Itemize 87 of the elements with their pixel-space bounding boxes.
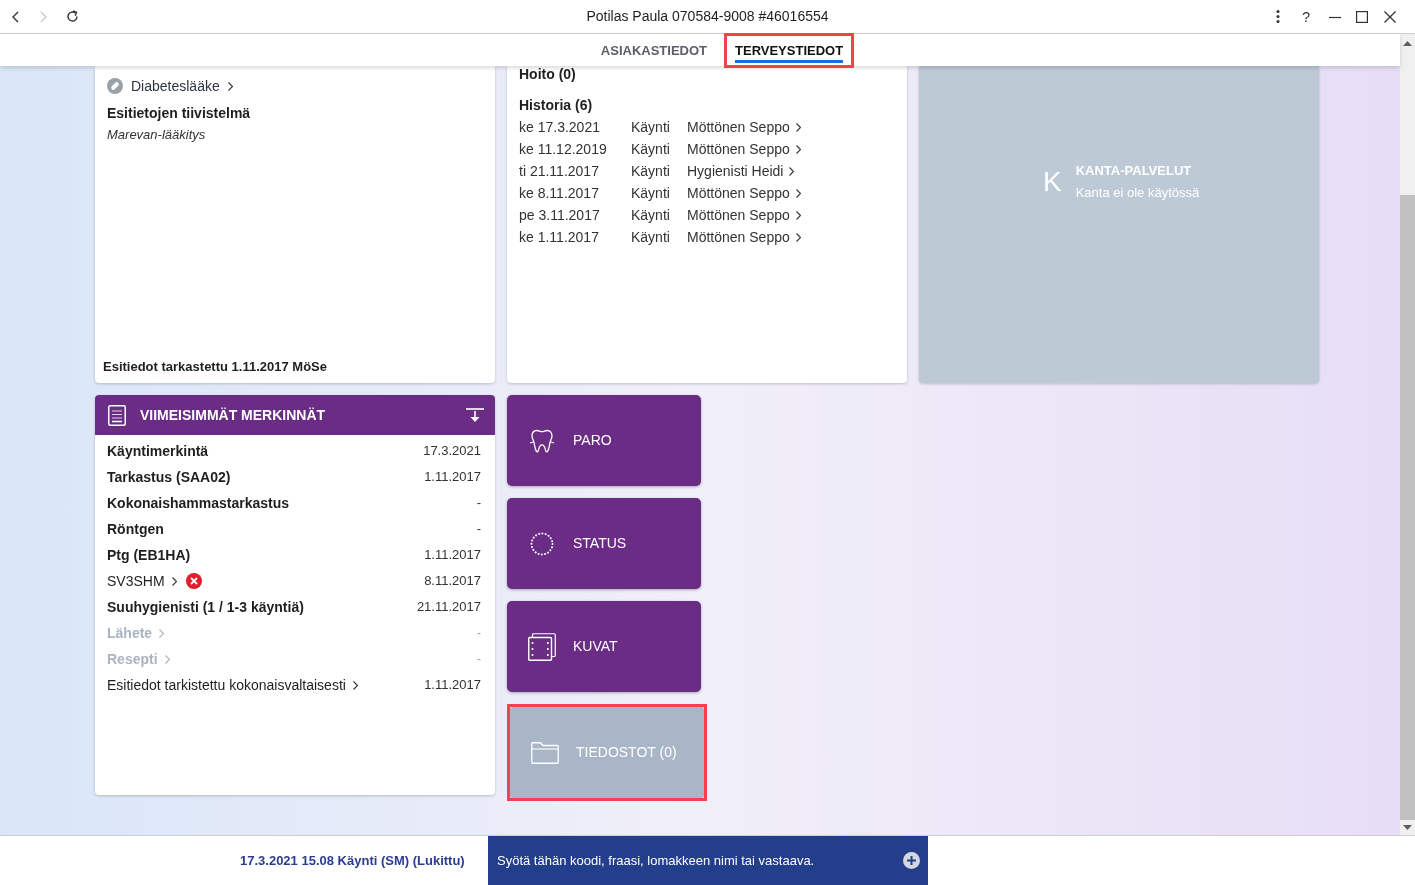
kanta-logo: K xyxy=(1043,165,1062,199)
entry-label: Ptg (EB1HA) xyxy=(107,545,191,565)
more-options-icon[interactable] xyxy=(1276,10,1281,23)
history-link[interactable]: Möttönen Seppo xyxy=(687,138,790,160)
entry-label: Suuhygienisti (1 / 1-3 käyntiä) xyxy=(107,597,304,617)
section-heading: Esitietojen tiivistelmä xyxy=(106,104,251,123)
entry-date: 21.11.2017 xyxy=(416,598,481,617)
chevron-right-icon xyxy=(227,81,233,91)
entry-date: 1.11.2017 xyxy=(424,546,481,565)
chevron-right-icon xyxy=(352,680,358,690)
tile-label: PARO xyxy=(573,431,612,450)
history-link[interactable]: Möttönen Seppo xyxy=(687,226,790,248)
entry-date: - xyxy=(476,520,481,539)
entry-label: Kokonaishammastarkastus xyxy=(107,493,290,513)
chevron-right-icon xyxy=(159,628,165,638)
chevron-right-icon xyxy=(795,210,801,220)
section-heading: Hoito (0) xyxy=(519,66,576,82)
entry-date: - xyxy=(476,494,481,513)
list-icon xyxy=(108,404,126,426)
history-date: ke 1.11.2017 xyxy=(519,227,600,247)
history-date: ti 21.11.2017 xyxy=(519,161,600,181)
chevron-right-icon xyxy=(171,576,177,586)
entry-date: - xyxy=(476,650,481,669)
entry-link[interactable]: SV3SHM xyxy=(107,570,165,592)
tab[interactable]: TERVEYSTIEDOT xyxy=(735,38,844,63)
tab[interactable]: ASIAKASTIEDOT xyxy=(600,38,707,63)
chevron-right-icon xyxy=(795,232,801,242)
entry-date: 17.3.2021 xyxy=(423,442,481,461)
history-type: Käynti xyxy=(631,183,671,203)
history-link[interactable]: Möttönen Seppo xyxy=(687,116,790,138)
nav-tile[interactable]: PARO xyxy=(507,395,701,486)
history-date: ke 11.12.2019 xyxy=(519,139,608,159)
tile-label: STATUS xyxy=(573,534,627,553)
dotted-ring-icon xyxy=(530,531,554,556)
tile-label: KUVAT xyxy=(573,637,618,656)
entry-date: 1.11.2017 xyxy=(424,468,481,487)
visit-info: 17.3.2021 15.08 Käynti (SM) (Lukittu) xyxy=(240,851,465,870)
entry-date: 1.11.2017 xyxy=(424,676,481,695)
download-icon[interactable] xyxy=(466,407,484,423)
image-stack-icon xyxy=(528,632,556,661)
review-note: Esitiedot tarkastettu 1.11.2017 MöSe xyxy=(103,359,327,374)
history-type: Käynti xyxy=(631,139,671,159)
help-button[interactable]: ? xyxy=(1302,9,1310,24)
history-type: Käynti xyxy=(631,117,671,137)
history-type: Käynti xyxy=(631,227,671,247)
chevron-right-icon xyxy=(164,654,170,664)
scrollbar-thumb[interactable] xyxy=(1400,195,1415,820)
entry-label: Käyntimerkintä xyxy=(107,441,209,461)
add-icon[interactable] xyxy=(903,852,920,869)
history-link[interactable]: Hygienisti Heidi xyxy=(687,160,784,182)
nav-tile[interactable]: STATUS xyxy=(507,498,701,589)
history-date: ke 17.3.2021 xyxy=(519,117,601,137)
chevron-right-icon xyxy=(789,166,795,176)
refresh-icon[interactable] xyxy=(66,10,79,23)
scrollbar[interactable] xyxy=(1400,34,1415,835)
pill-icon xyxy=(107,78,123,94)
summary-note: Marevan-lääkitys xyxy=(106,126,206,144)
entry-date: 8.11.2017 xyxy=(424,572,481,591)
tooth-icon xyxy=(529,427,555,454)
card-title: VIIMEISIMMÄT MERKINNÄT xyxy=(140,405,326,425)
caret-down-icon[interactable] xyxy=(1403,825,1412,830)
maximize-icon[interactable] xyxy=(1356,10,1368,23)
history-type: Käynti xyxy=(631,161,671,181)
window-title: Potilas Paula 070584-9008 #46016554 xyxy=(586,7,829,26)
entry-date: - xyxy=(476,624,481,643)
link[interactable]: Diabeteslääke xyxy=(131,75,220,97)
folder-icon xyxy=(531,741,559,764)
history-date: pe 3.11.2017 xyxy=(519,205,601,225)
chevron-right-icon xyxy=(795,144,801,154)
command-field[interactable]: Syötä tähän koodi, fraasi, lomakkeen nimi tai vastaava. xyxy=(488,836,928,885)
section-heading: Historia (6) xyxy=(519,96,593,115)
entry-label: Tarkastus (SAA02) xyxy=(107,467,231,487)
chevron-right-icon xyxy=(795,188,801,198)
tile-label: TIEDOSTOT (0) xyxy=(576,743,677,762)
chevron-right-icon xyxy=(795,122,801,132)
history-type: Käynti xyxy=(631,205,671,225)
nav-tile[interactable]: KUVAT xyxy=(507,601,701,692)
entry-link[interactable]: Esitiedot tarkistettu kokonaisvaltaisesti xyxy=(107,674,346,696)
kanta-title: KANTA-PALVELUT xyxy=(1075,162,1193,180)
history-link[interactable]: Möttönen Seppo xyxy=(687,204,790,226)
kanta-status: Kanta ei ole käytössä xyxy=(1075,184,1200,202)
caret-up-icon[interactable] xyxy=(1403,41,1412,46)
close-icon[interactable] xyxy=(1384,10,1396,23)
command-input[interactable]: Syötä tähän koodi, fraasi, lomakkeen nimi tai vastaava. xyxy=(497,845,899,876)
history-date: ke 8.11.2017 xyxy=(519,183,600,203)
history-link[interactable]: Möttönen Seppo xyxy=(687,182,790,204)
entry-label: Röntgen xyxy=(107,519,164,539)
